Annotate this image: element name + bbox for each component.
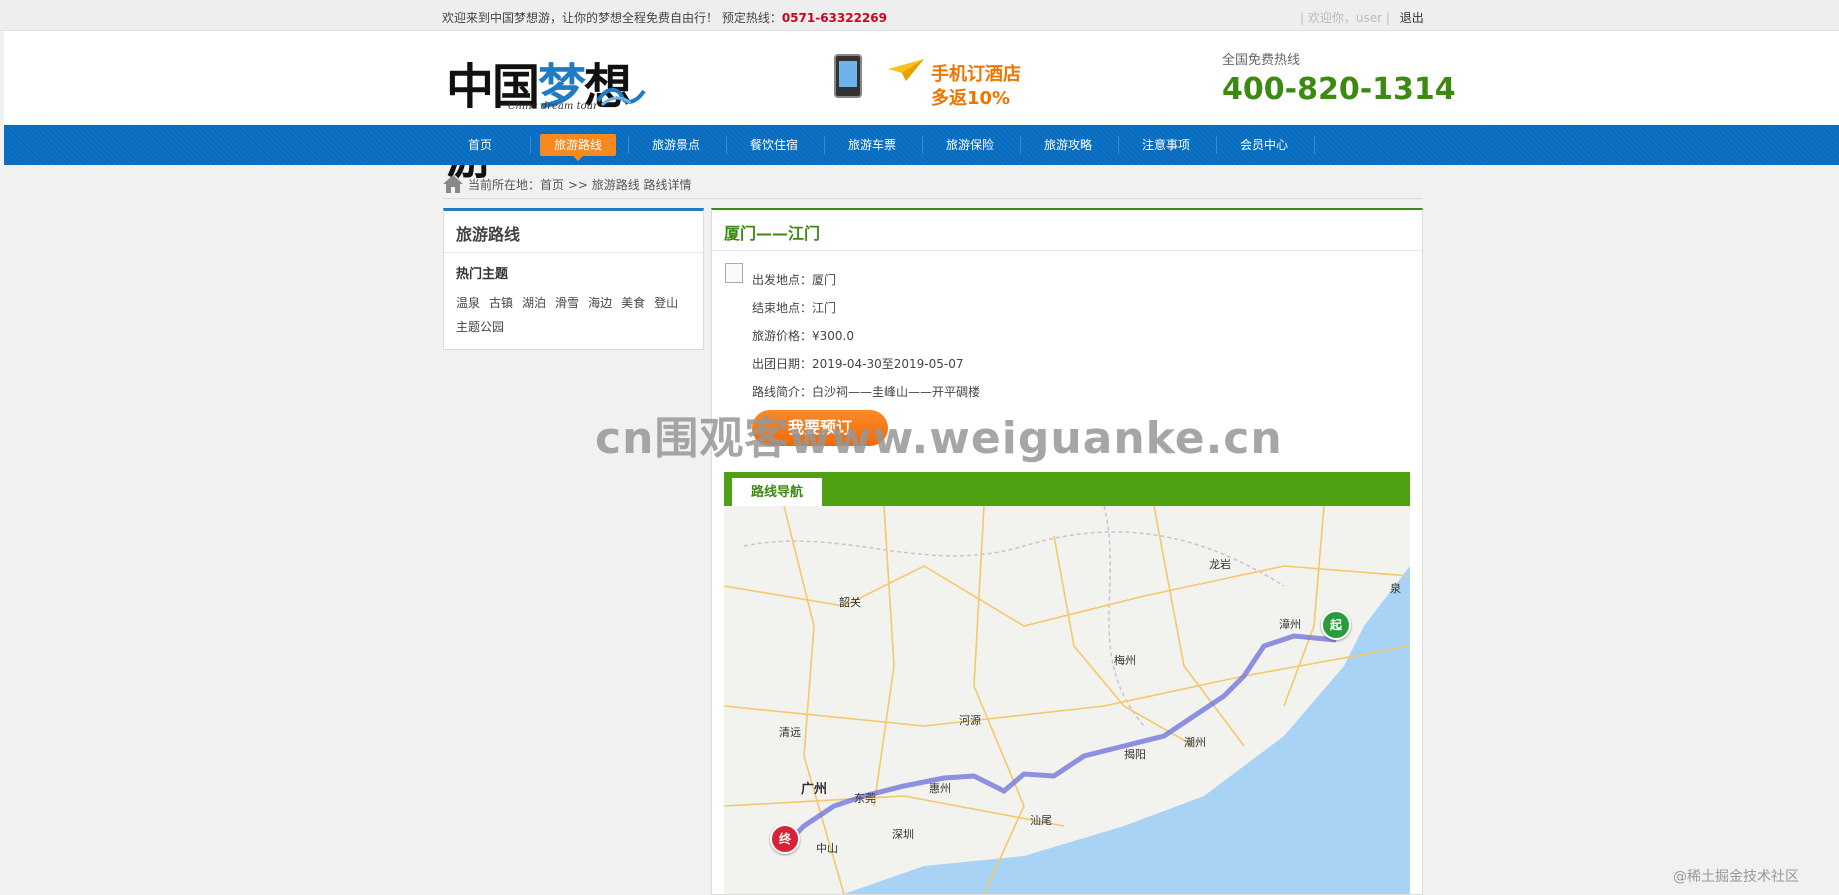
tag-hiking[interactable]: 登山 [654,296,678,310]
nav-separator [1314,136,1315,154]
booking-hotline: 0571-63322269 [781,11,888,25]
mobile-hotel-promo[interactable]: 手机订酒店 多返10% [834,54,1044,109]
start-marker[interactable]: 起 [1321,610,1351,640]
end-marker[interactable]: 终 [770,824,800,854]
hotline-block: 全国免费热线 400-820-1314 [1222,49,1456,107]
nav-separator [922,136,923,154]
destination-value: 江门 [812,301,837,315]
departure-row: 出发地点：厦门 [752,266,980,294]
site-header: 中国梦想游 China dream tour 手机订酒店 多返10% 全国免费热… [4,31,1839,185]
map-tab-bar: 路线导航 [724,472,1410,506]
destination-label: 结束地点： [752,301,813,315]
map-label: 惠州 [929,782,951,795]
logo-text: 中国梦想游 [446,59,632,185]
sidebar-subtitle: 热门主题 [456,267,509,282]
intro-value: 白沙祠——圭峰山——开平碉楼 [812,385,981,399]
nav-item-attractions[interactable]: 旅游景点 [638,134,714,156]
departure-value: 厦门 [812,273,837,287]
home-icon [443,175,463,193]
map-canvas [724,506,1410,894]
user-greeting: | 欢迎你，user | [1300,11,1390,25]
map-label: 深圳 [892,828,914,841]
breadcrumb: 当前所在地：首页 >> 旅游路线 路线详情 [442,172,1422,199]
theme-tags: 温泉 古镇 湖泊 滑雪 海边 美食 登山主题公园 [456,291,696,339]
nav-separator [1216,136,1217,154]
map-label: 清远 [779,726,801,739]
watermark-text: cn围观客www.weiguanke.cn [595,413,1283,464]
sidebar-title: 旅游路线 [456,225,521,244]
welcome-message: 欢迎来到中国梦想游，让你的梦想全程免费自由行！ 预定热线： [442,11,782,25]
sidebar-panel: 旅游路线 热门主题 温泉 古镇 湖泊 滑雪 海边 美食 登山主题公园 [443,208,704,350]
map-label: 韶关 [839,596,861,609]
map-label: 中山 [816,842,838,855]
destination-row: 结束地点：江门 [752,294,980,322]
tag-hot-spring[interactable]: 温泉 [456,296,480,310]
phone-icon [834,54,862,98]
province-border [743,531,1285,587]
map-label: 河源 [959,714,981,727]
route-info: 出发地点：厦门 结束地点：江门 旅游价格：¥300.0 出团日期：2019-04… [752,266,980,406]
top-bar: 欢迎来到中国梦想游，让你的梦想全程免费自由行！ 预定热线：0571-633222… [0,0,1839,31]
promo-line2: 多返10% [931,88,1011,109]
hotline-number: 400-820-1314 [1222,72,1456,107]
tag-ancient-town[interactable]: 古镇 [489,296,513,310]
route-detail-panel: 厦门——江门 出发地点：厦门 结束地点：江门 旅游价格：¥300.0 出团日期：… [711,208,1423,895]
welcome-text: 欢迎来到中国梦想游，让你的梦想全程免费自由行！ 预定热线：0571-633222… [442,9,887,26]
paper-plane-icon [888,59,924,81]
map-label: 汕尾 [1030,814,1052,827]
map-label: 泉 [1390,582,1401,595]
tab-route-navigation[interactable]: 路线导航 [732,478,822,506]
sidebar-divider [444,252,703,253]
map-label: 东莞 [854,792,876,805]
map-label: 龙岩 [1209,558,1231,571]
tag-lake[interactable]: 湖泊 [522,296,546,310]
user-links: | 欢迎你，user | 退出 [1300,9,1424,26]
site-logo[interactable]: 中国梦想游 China dream tour [446,47,656,185]
nav-item-guides[interactable]: 旅游攻略 [1030,134,1106,156]
province-border [1103,506,1145,727]
map-label: 梅州 [1114,654,1136,667]
tag-theme-park[interactable]: 主题公园 [456,320,504,334]
tag-food[interactable]: 美食 [621,296,645,310]
detail-divider [712,250,1422,251]
nav-item-dining[interactable]: 餐饮住宿 [736,134,812,156]
price-label: 旅游价格： [752,329,813,343]
price-row: 旅游价格：¥300.0 [752,322,980,350]
dates-value: 2019-04-30至2019-05-07 [812,357,964,371]
dates-row: 出团日期：2019-04-30至2019-05-07 [752,350,980,378]
map-label: 揭阳 [1124,748,1146,761]
route-map[interactable]: 韶关 清远 广州 东莞 惠州 深圳 中山 河源 梅州 揭阳 潮州 汕尾 漳州 龙… [724,506,1410,894]
tag-seaside[interactable]: 海边 [588,296,612,310]
nav-separator [530,136,531,154]
nav-separator [628,136,629,154]
intro-label: 路线简介： [752,385,813,399]
broken-image-icon [725,263,743,283]
main-nav: 首页 旅游路线 旅游景点 餐饮住宿 旅游车票 旅游保险 旅游攻略 注意事项 会员… [4,125,1839,165]
nav-separator [1118,136,1119,154]
nav-item-tickets[interactable]: 旅游车票 [834,134,910,156]
nav-separator [824,136,825,154]
map-label: 潮州 [1184,736,1206,749]
nav-item-insurance[interactable]: 旅游保险 [932,134,1008,156]
tag-skiing[interactable]: 滑雪 [555,296,579,310]
breadcrumb-text: 当前所在地：首页 >> 旅游路线 路线详情 [468,178,692,192]
nav-item-notices[interactable]: 注意事项 [1128,134,1204,156]
logout-link[interactable]: 退出 [1400,11,1424,25]
footer-credit: @稀土掘金技术社区 [1673,869,1799,885]
nav-separator [726,136,727,154]
departure-label: 出发地点： [752,273,813,287]
map-label: 广州 [801,782,828,797]
wave-icon [596,88,646,107]
nav-separator [1020,136,1021,154]
nav-item-routes[interactable]: 旅游路线 [540,134,616,161]
logo-subtitle: China dream tour [508,101,598,112]
hotline-label: 全国免费热线 [1222,53,1301,68]
nav-item-member[interactable]: 会员中心 [1226,134,1302,156]
promo-line1: 手机订酒店 [931,64,1021,85]
nav-item-home[interactable]: 首页 [442,134,518,156]
price-value: ¥300.0 [812,329,855,343]
map-label: 漳州 [1279,618,1301,631]
route-title: 厦门——江门 [724,224,821,243]
dates-label: 出团日期： [752,357,813,371]
